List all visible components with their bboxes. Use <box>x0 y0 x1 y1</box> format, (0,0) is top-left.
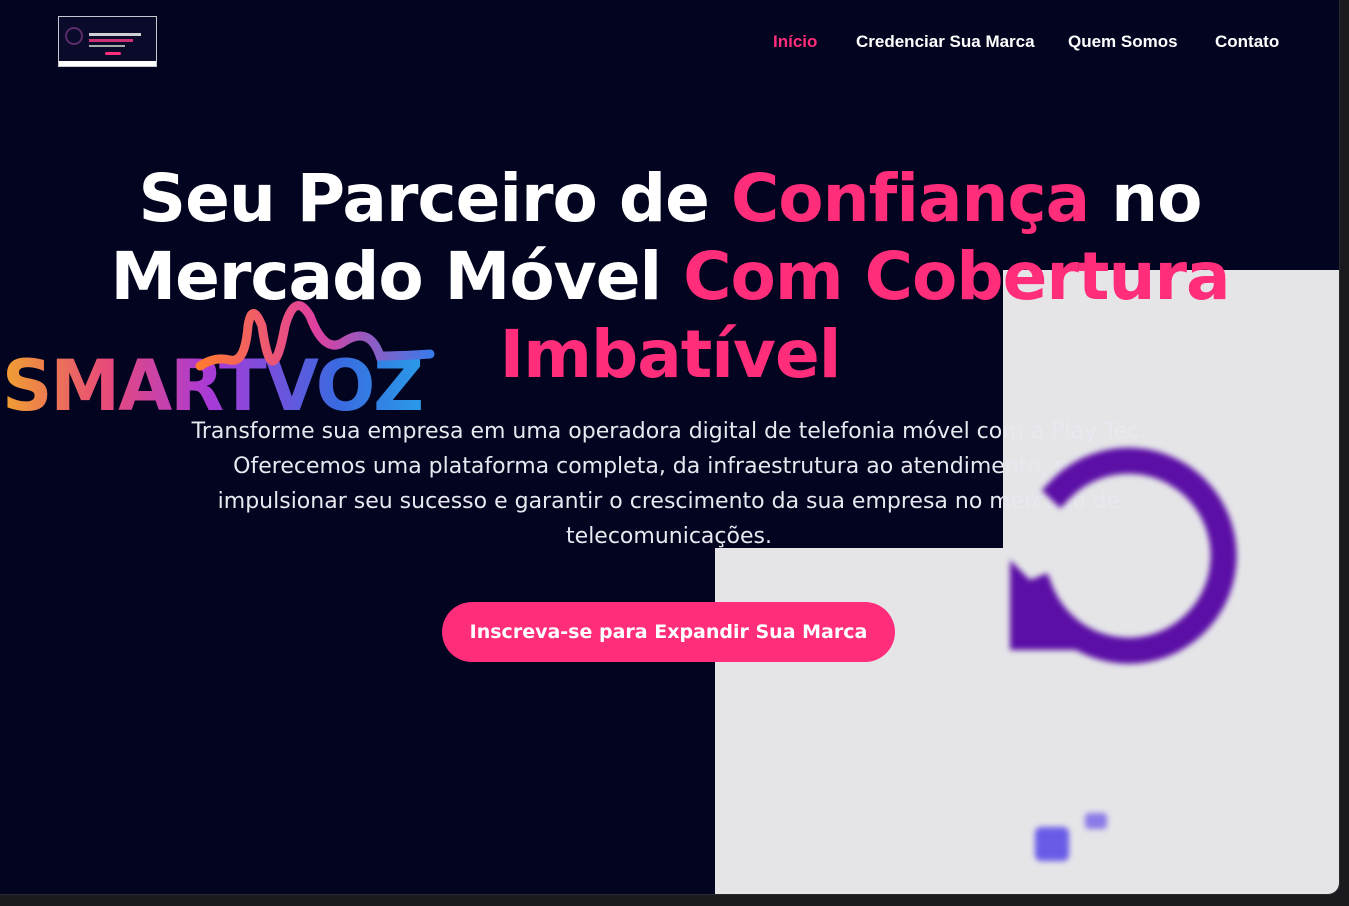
reload-icon[interactable] <box>990 420 1250 670</box>
nav-item-contato[interactable]: Contato <box>1215 32 1279 52</box>
logo-footer <box>59 61 156 66</box>
chat-widget-icon[interactable] <box>1025 805 1115 875</box>
main-nav: Início Credenciar Sua Marca Quem Somos C… <box>0 32 1339 56</box>
nav-item-quem-somos[interactable]: Quem Somos <box>1068 32 1178 52</box>
title-text: no <box>1089 160 1202 237</box>
title-text: Seu Parceiro de <box>138 160 731 237</box>
nav-item-inicio[interactable]: Início <box>773 32 817 52</box>
title-highlight: Com Cobertura <box>683 238 1230 315</box>
nav-item-credenciar[interactable]: Credenciar Sua Marca <box>856 32 1035 52</box>
title-highlight: Imbatível <box>499 316 842 393</box>
subscribe-cta-button[interactable]: Inscreva-se para Expandir Sua Marca <box>442 602 895 662</box>
browser-window: Início Credenciar Sua Marca Quem Somos C… <box>0 0 1340 895</box>
title-highlight: Confiança <box>730 160 1090 237</box>
smartvoz-logo: SMARTVOZ <box>2 301 435 420</box>
